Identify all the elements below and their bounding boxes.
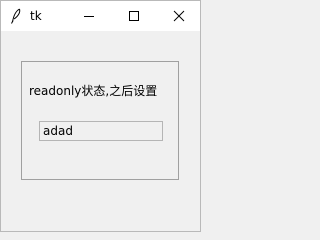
minimize-icon — [84, 16, 94, 17]
maximize-button[interactable] — [114, 1, 154, 31]
labelframe-label: readonly状态,之后设置 — [28, 84, 159, 98]
window-title: tk — [30, 9, 42, 23]
maximize-icon — [129, 11, 139, 21]
minimize-button[interactable] — [69, 1, 109, 31]
tk-window: tk readonly状态,之后设置 adad — [0, 0, 201, 232]
close-icon — [173, 10, 185, 22]
feather-icon — [10, 8, 22, 24]
title-bar[interactable]: tk — [1, 1, 200, 31]
readonly-entry[interactable]: adad — [39, 121, 163, 141]
close-button[interactable] — [159, 1, 199, 31]
